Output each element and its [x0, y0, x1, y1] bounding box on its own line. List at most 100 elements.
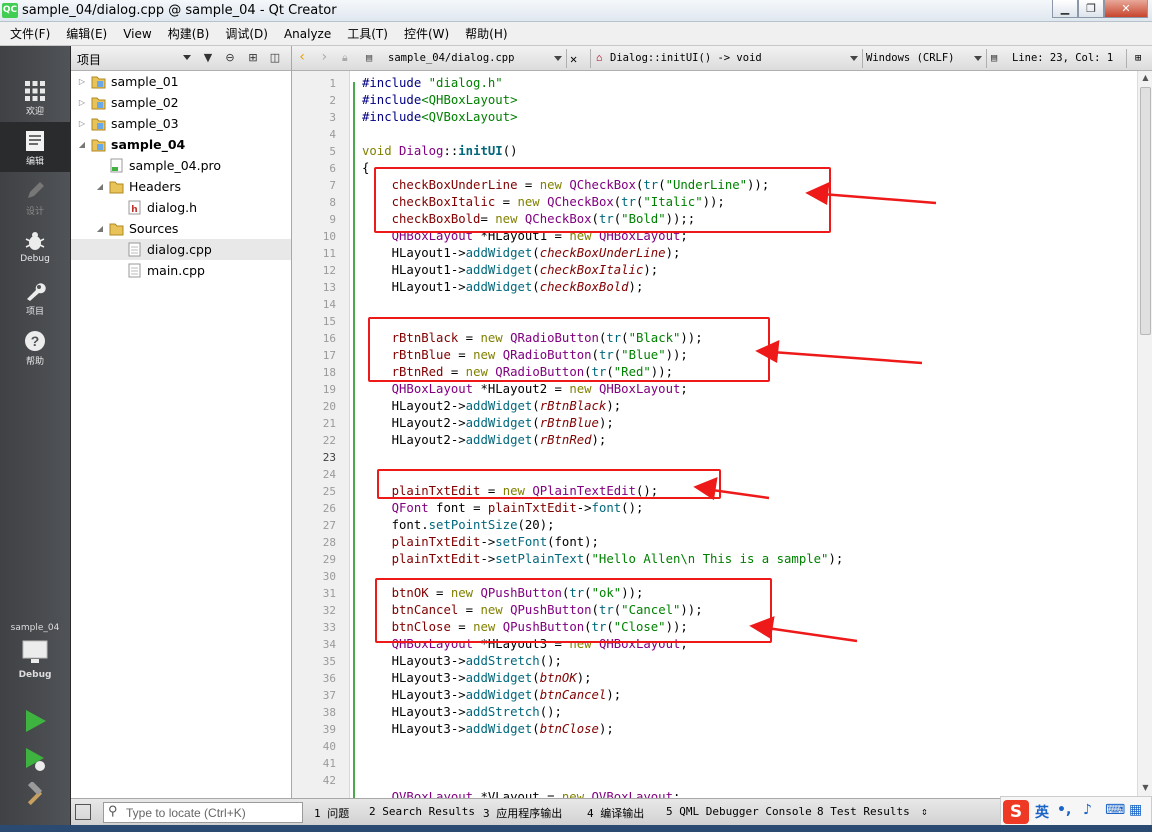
project-folder-icon: [91, 76, 106, 89]
tree-item[interactable]: ▷ sample_01: [71, 71, 291, 92]
tree-item[interactable]: main.cpp: [71, 260, 291, 281]
collapsed-arrow-icon[interactable]: ▷: [77, 92, 87, 113]
tree-item[interactable]: sample_04.pro: [71, 155, 291, 176]
punctuation-icon[interactable]: •,: [1057, 802, 1071, 818]
monitor-icon: [22, 640, 48, 663]
tree-item[interactable]: ▷ sample_02: [71, 92, 291, 113]
mode-welcome[interactable]: 欢迎: [0, 72, 70, 122]
kit-project-name: sample_04: [10, 623, 60, 633]
ime-toolbar: S 英 •, ♪ ⌨ ▦: [1000, 796, 1152, 826]
build-hammer-icon[interactable]: [22, 782, 48, 808]
mode-design[interactable]: 设计: [0, 172, 70, 222]
tree-item[interactable]: h dialog.h: [71, 197, 291, 218]
header-file-icon: h: [128, 200, 141, 215]
menu-widgets[interactable]: 控件(W): [396, 22, 457, 46]
project-view-combo[interactable]: 项目: [77, 51, 101, 68]
bug-icon: [25, 232, 45, 250]
apps-icon[interactable]: ▦: [1129, 802, 1142, 818]
close-button[interactable]: ✕: [1104, 0, 1148, 18]
run-icon[interactable]: [22, 708, 48, 734]
tree-item-label: dialog.cpp: [147, 242, 212, 257]
mode-label: 欢迎: [25, 107, 44, 117]
code-editor: ‹ › 🔒︎ ▤ sample_04/dialog.cpp ✕ ⌂ Dialog…: [292, 46, 1152, 798]
tab-search-results[interactable]: 2 Search Results: [369, 805, 475, 818]
mode-label: Debug: [20, 254, 50, 264]
locator-input[interactable]: [126, 805, 298, 820]
output-pane-bar: ⚲ 1 问题 2 Search Results 3 应用程序输出 4 编译输出 …: [71, 798, 1152, 825]
menu-build[interactable]: 构建(B): [160, 22, 218, 46]
mode-edit[interactable]: 编辑: [0, 122, 70, 172]
pro-file-icon: [110, 158, 123, 173]
tab-issues[interactable]: 1 问题: [314, 805, 349, 821]
tree-item-label: sample_04: [111, 137, 186, 152]
tree-item-label: sample_04.pro: [129, 158, 222, 173]
link-icon[interactable]: ⊖: [223, 51, 237, 65]
menu-bar: 文件(F) 编辑(E) View 构建(B) 调试(D) Analyze 工具(…: [0, 22, 1152, 46]
ime-language[interactable]: 英: [1035, 802, 1049, 822]
tree-item-label: main.cpp: [147, 263, 205, 278]
folder-icon: [109, 223, 124, 236]
project-folder-icon: [91, 97, 106, 110]
window-title: sample_04/dialog.cpp @ sample_04 - Qt Cr…: [22, 3, 337, 18]
split-icon[interactable]: ⊞: [246, 51, 260, 65]
search-icon: ⚲: [108, 804, 118, 819]
project-panel: 项目 ▼ ⊖ ⊞ ◫ ▷ sample_01 ▷ sample_02 ▷ sample_0…: [71, 46, 292, 798]
chevron-down-icon[interactable]: [183, 55, 191, 60]
folder-icon: [109, 181, 124, 194]
tree-item-label: Headers: [129, 179, 182, 194]
tree-item[interactable]: ◢ sample_04: [71, 134, 291, 155]
tree-item[interactable]: dialog.cpp: [71, 239, 291, 260]
menu-edit[interactable]: 编辑(E): [58, 22, 115, 46]
mode-label: 编辑: [25, 157, 44, 167]
close-panel-icon[interactable]: ◫: [268, 51, 282, 65]
restore-button[interactable]: ❐: [1078, 0, 1104, 18]
title-bar: QC sample_04/dialog.cpp @ sample_04 - Qt…: [0, 0, 1152, 22]
tab-qml-debugger-console[interactable]: 5 QML Debugger Console: [666, 805, 812, 818]
collapsed-arrow-icon[interactable]: ▷: [77, 71, 87, 92]
menu-file[interactable]: 文件(F): [2, 22, 58, 46]
mode-debug[interactable]: Debug: [0, 222, 70, 272]
tree-item[interactable]: ▷ sample_03: [71, 113, 291, 134]
toggle-sidebar-icon[interactable]: [75, 804, 91, 820]
tab-test-results[interactable]: 8 Test Results: [817, 805, 910, 818]
expanded-arrow-icon[interactable]: ◢: [95, 218, 105, 239]
tab-compile-output[interactable]: 4 编译输出: [587, 805, 644, 821]
microphone-icon[interactable]: ♪: [1083, 802, 1092, 818]
menu-tools[interactable]: 工具(T): [339, 22, 396, 46]
mode-label: 设计: [25, 207, 44, 217]
collapsed-arrow-icon[interactable]: ▷: [77, 113, 87, 134]
taskbar: [0, 825, 1152, 832]
tree-item-label: sample_03: [111, 116, 179, 131]
grid-icon: [25, 81, 45, 101]
minimize-button[interactable]: ▁: [1052, 0, 1078, 18]
tree-item-label: Sources: [129, 221, 179, 236]
wrench-icon: [27, 283, 46, 301]
svg-text:?: ?: [31, 333, 40, 349]
expanded-arrow-icon[interactable]: ◢: [95, 176, 105, 197]
more-tabs-icon[interactable]: ⇕: [921, 805, 928, 818]
source-file-icon: [128, 242, 141, 257]
kit-config: Debug: [18, 670, 52, 680]
filter-icon[interactable]: ▼: [201, 51, 215, 65]
menu-analyze[interactable]: Analyze: [276, 22, 339, 46]
mode-label: 帮助: [25, 357, 44, 367]
menu-help[interactable]: 帮助(H): [457, 22, 515, 46]
tree-item-label: dialog.h: [147, 200, 198, 215]
source-file-icon: [128, 263, 141, 278]
menu-view[interactable]: View: [115, 22, 159, 46]
menu-debug[interactable]: 调试(D): [217, 22, 276, 46]
project-panel-header: 项目 ▼ ⊖ ⊞ ◫: [71, 46, 291, 71]
mode-help[interactable]: ? 帮助: [0, 322, 70, 372]
kit-selector[interactable]: sample_04 Debug: [0, 623, 70, 680]
tree-item[interactable]: ◢ Sources: [71, 218, 291, 239]
keyboard-icon[interactable]: ⌨: [1105, 802, 1125, 818]
svg-text:h: h: [131, 205, 137, 215]
expanded-arrow-icon[interactable]: ◢: [77, 134, 87, 155]
project-folder-icon: [91, 139, 106, 152]
edit-icon: [26, 131, 44, 151]
ime-logo[interactable]: S: [1003, 800, 1029, 824]
debug-run-icon[interactable]: [22, 746, 48, 772]
tree-item[interactable]: ◢ Headers: [71, 176, 291, 197]
tab-application-output[interactable]: 3 应用程序输出: [483, 805, 562, 821]
mode-projects[interactable]: 项目: [0, 272, 70, 322]
